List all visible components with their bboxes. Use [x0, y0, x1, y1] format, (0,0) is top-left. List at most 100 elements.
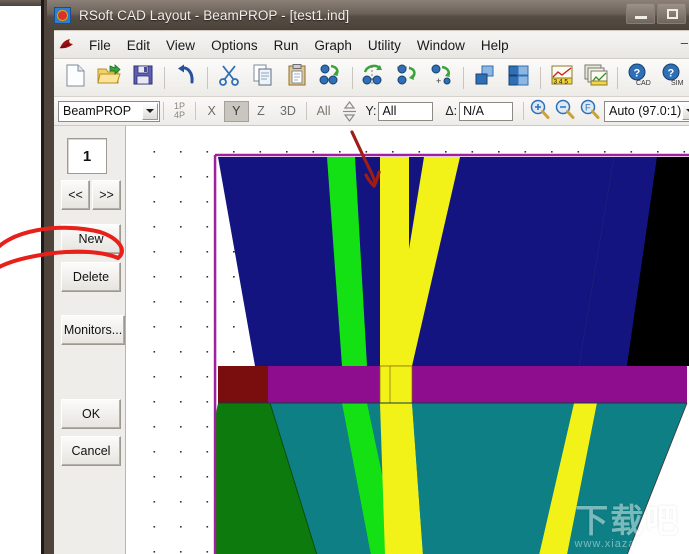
bring-to-front-button[interactable] [468, 61, 502, 95]
y-field-label: Y: [365, 104, 376, 118]
delta-value-input[interactable]: N/A [459, 102, 513, 121]
client-area: File Edit View Options Run Graph Utility… [54, 30, 689, 554]
slice-updown-icon[interactable] [337, 100, 362, 123]
rsoft-document-icon[interactable] [57, 36, 77, 54]
band-purple [218, 366, 687, 403]
menu-item-view[interactable]: View [158, 35, 203, 56]
application-window: RSoft CAD Layout - BeamPROP - [test1.ind… [41, 0, 689, 554]
save-button[interactable] [126, 61, 160, 95]
rsoft-app-icon [54, 7, 71, 24]
help-cad-icon: ? CAD [626, 63, 652, 92]
paste-button[interactable] [280, 61, 314, 95]
svg-text:SIM: SIM [671, 80, 684, 87]
desktop-top-strip [0, 0, 41, 6]
restore-icon [667, 9, 678, 19]
waveguide-lower [187, 403, 689, 554]
new-button[interactable]: New [61, 224, 121, 254]
menu-item-options[interactable]: Options [203, 35, 266, 56]
menu-item-graph[interactable]: Graph [306, 35, 360, 56]
delta-field-label: Δ: [445, 104, 457, 118]
menu-item-edit[interactable]: Edit [119, 35, 158, 56]
duplicate-nodes-button[interactable] [314, 61, 348, 95]
menu-item-run[interactable]: Run [266, 35, 307, 56]
cad-layout-canvas[interactable] [127, 126, 689, 554]
undo-button[interactable] [169, 61, 203, 95]
all-button[interactable]: All [310, 101, 338, 122]
mirror-nodes-button[interactable] [391, 61, 425, 95]
multi-graph-button[interactable] [579, 61, 613, 95]
send-to-back-button[interactable] [502, 61, 536, 95]
toolbar-separator [463, 67, 464, 89]
cut-button[interactable] [212, 61, 246, 95]
new-file-icon [65, 64, 86, 92]
delete-button[interactable]: Delete [61, 262, 121, 292]
menu-item-file[interactable]: File [81, 35, 119, 56]
zoom-in-icon [529, 99, 551, 123]
chevron-down-icon[interactable] [142, 103, 158, 120]
ok-button[interactable]: OK [61, 399, 121, 429]
svg-text:F: F [585, 103, 591, 113]
view-toolbar: BeamPROP 1P 4P X Y Z 3D All [54, 97, 689, 126]
paste-clipboard-icon [287, 64, 307, 91]
chart-345-icon: 3 4 5 [551, 64, 573, 91]
help-sim-icon: ? SIM [660, 63, 686, 92]
menu-bar: File Edit View Options Run Graph Utility… [54, 32, 689, 59]
svg-text:+: + [436, 76, 441, 86]
copy-button[interactable] [246, 61, 280, 95]
add-node-button[interactable]: + [425, 61, 459, 95]
prev-segment-button[interactable]: << [61, 180, 90, 210]
band-yellow-notch-2 [390, 366, 412, 403]
window-controls [626, 3, 686, 24]
menu-item-window[interactable]: Window [409, 35, 473, 56]
display-graph-button[interactable]: 3 4 5 [545, 61, 579, 95]
view-1p-4p-toggle[interactable]: 1P 4P [167, 101, 193, 122]
toolbar2-separator [306, 102, 307, 120]
main-toolbar: + [54, 59, 689, 97]
save-disk-icon [132, 64, 154, 91]
minimize-icon [635, 16, 647, 19]
zoom-fit-icon: F [579, 99, 601, 123]
minimize-button[interactable] [626, 3, 655, 24]
toolbar2-separator [163, 102, 164, 120]
multi-graph-icon [584, 64, 608, 91]
add-node-icon: + [430, 64, 454, 91]
rotate-nodes-button[interactable] [357, 61, 391, 95]
zoom-level-combo[interactable]: Auto (97.0:1) [604, 101, 689, 122]
menu-item-utility[interactable]: Utility [360, 35, 409, 56]
toolbar-separator [164, 67, 165, 89]
segment-number-box[interactable]: 1 [67, 138, 107, 174]
bring-front-icon [474, 64, 496, 91]
simulator-combo[interactable]: BeamPROP [58, 101, 160, 122]
axis-3d-button[interactable]: 3D [273, 101, 303, 122]
axis-z-button[interactable]: Z [249, 101, 274, 122]
monitors-button[interactable]: Monitors... [61, 315, 125, 345]
undo-arrow-icon [175, 64, 197, 91]
restore-button[interactable] [657, 3, 686, 24]
zoom-level-value: Auto (97.0:1) [609, 104, 681, 118]
mirror-nodes-icon [396, 64, 420, 91]
menu-item-help[interactable]: Help [473, 35, 517, 56]
y-value-input[interactable]: All [378, 102, 433, 121]
open-folder-button[interactable] [92, 61, 126, 95]
mdi-minimize-button[interactable]: – [681, 38, 688, 48]
view-4p-label: 4P [174, 111, 185, 120]
toolbar-separator [617, 67, 618, 89]
zoom-out-button[interactable] [552, 100, 577, 123]
duplicate-nodes-icon [319, 64, 343, 91]
svg-text:?: ? [668, 68, 675, 80]
cut-scissors-icon [219, 64, 239, 91]
help-sim-button[interactable]: ? SIM [656, 61, 689, 95]
new-file-button[interactable] [58, 61, 92, 95]
copy-pages-icon [252, 64, 274, 91]
next-segment-button[interactable]: >> [92, 180, 121, 210]
cancel-button[interactable]: Cancel [61, 436, 121, 466]
axis-y-button[interactable]: Y [224, 101, 249, 122]
zoom-in-button[interactable] [527, 100, 552, 123]
chevron-down-icon[interactable] [682, 103, 689, 120]
zoom-fit-button[interactable]: F [577, 100, 602, 123]
axis-x-button[interactable]: X [199, 101, 224, 122]
help-cad-button[interactable]: ? CAD [622, 61, 656, 95]
toolbar-separator [352, 67, 353, 89]
title-bar: RSoft CAD Layout - BeamPROP - [test1.ind… [47, 0, 689, 30]
open-folder-icon [97, 64, 121, 91]
